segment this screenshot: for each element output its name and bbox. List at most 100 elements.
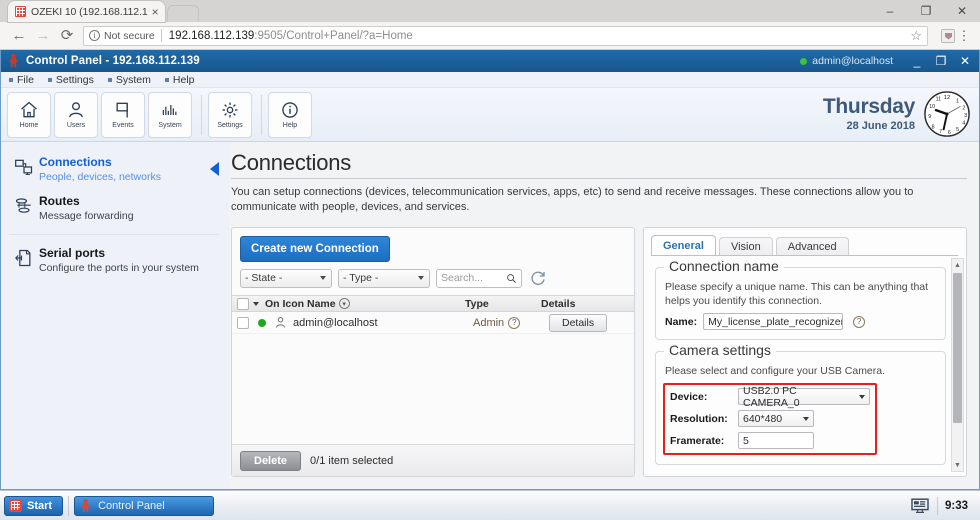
column-header-type[interactable]: Type (465, 298, 541, 310)
info-icon[interactable]: i (89, 30, 100, 41)
tab-general[interactable]: General (651, 235, 716, 256)
sidebar-item-subtitle: Configure the ports in your system (39, 262, 199, 274)
taskbar-window-label: Control Panel (98, 499, 165, 512)
taskbar-window-control-panel[interactable]: Control Panel (74, 495, 215, 516)
table-row[interactable]: admin@localhost Admin ? Details (232, 312, 634, 334)
svg-text:3: 3 (964, 113, 967, 119)
sidebar-item-serial-ports[interactable]: Serial ports Configure the ports in your… (1, 241, 229, 280)
close-window-icon[interactable]: ✕ (944, 0, 980, 22)
collapse-panel-arrow-icon[interactable] (210, 162, 219, 176)
question-icon[interactable]: ? (853, 315, 866, 328)
chevron-down-icon[interactable] (253, 301, 259, 306)
details-button[interactable]: Details (549, 313, 608, 332)
close-icon[interactable]: × (152, 6, 159, 18)
menu-item-settings[interactable]: Settings (47, 74, 94, 86)
chevron-down-icon (320, 276, 326, 280)
browser-tab-bar: OZEKI 10 (192.168.112.1 × – ❐ ✕ (0, 0, 980, 22)
delete-button[interactable]: Delete (240, 450, 302, 471)
address-bar[interactable]: i Not secure 192.168.112.139:9505/Contro… (83, 25, 928, 46)
connection-name-input[interactable]: My_license_plate_recognizer_ (703, 313, 844, 330)
app-maximize-button[interactable]: ❐ (929, 55, 953, 67)
bars-icon (162, 105, 177, 115)
name-field-row: Name: My_license_plate_recognizer_ ? (665, 313, 936, 330)
extension-icon[interactable] (941, 28, 955, 43)
svg-text:7: 7 (939, 129, 942, 135)
ribbon-label: Settings (217, 122, 243, 129)
divider (651, 255, 958, 256)
type-filter-select[interactable]: - Type - (338, 268, 430, 288)
network-icon (9, 155, 39, 184)
sidebar-item-text: Routes Message forwarding (39, 194, 134, 223)
display-icon[interactable] (910, 497, 930, 514)
browser-menu-icon[interactable]: ⋮ (955, 29, 973, 42)
menu-item-system[interactable]: System (107, 74, 151, 86)
tab-vision[interactable]: Vision (718, 237, 773, 256)
sidebar-item-routes[interactable]: Routes Message forwarding (1, 189, 229, 228)
resolution-label: Resolution: (670, 412, 728, 425)
ribbon-button-system[interactable]: System (148, 91, 192, 138)
select-all-checkbox[interactable] (237, 297, 249, 310)
resolution-select[interactable]: 640*480 (738, 410, 814, 427)
svg-text:6: 6 (948, 130, 951, 136)
menu-item-help[interactable]: Help (164, 74, 195, 86)
online-status-dot (800, 57, 808, 65)
framerate-label: Framerate: (670, 434, 725, 447)
forward-icon[interactable]: → (31, 28, 55, 43)
ribbon-button-events[interactable]: Events (101, 91, 145, 138)
scroll-down-icon[interactable]: ▼ (952, 459, 963, 471)
scroll-up-icon[interactable]: ▲ (952, 259, 963, 271)
start-button[interactable]: Start (4, 495, 64, 516)
ribbon-button-users[interactable]: Users (54, 91, 98, 138)
ribbon-button-home[interactable]: Home (7, 91, 51, 138)
person-icon (275, 316, 286, 328)
page-title: Connections (231, 150, 967, 179)
ribbon-button-help[interactable]: Help (268, 91, 312, 138)
row-checkbox[interactable] (237, 316, 249, 329)
app-title-bar: Control Panel - 192.168.112.139 admin@lo… (1, 50, 979, 72)
analog-clock-icon: 12 1 2 3 4 5 6 7 8 9 10 11 (924, 91, 970, 137)
browser-tab[interactable]: OZEKI 10 (192.168.112.1 × (8, 1, 165, 22)
back-icon[interactable]: ← (7, 28, 31, 43)
clock-time[interactable]: 9:33 (945, 500, 968, 512)
new-tab-button[interactable] (166, 5, 199, 22)
divider (201, 94, 202, 135)
date-clock-widget: Thursday 28 June 2018 12 1 2 3 4 5 6 7 8… (823, 90, 971, 138)
column-header-name[interactable]: On Icon Name ▾ (265, 298, 465, 310)
tab-advanced[interactable]: Advanced (775, 237, 849, 256)
menu-item-file[interactable]: File (9, 74, 34, 86)
question-icon[interactable]: ? (508, 316, 521, 329)
svg-text:9: 9 (928, 114, 931, 120)
sidebar-item-text: Connections People, devices, networks (39, 155, 161, 184)
app-close-button[interactable]: ✕ (953, 55, 977, 67)
device-select[interactable]: USB2.0 PC CAMERA_0 (738, 385, 870, 409)
framerate-input[interactable]: 5 (738, 432, 814, 449)
app-minimize-button[interactable]: _ (905, 55, 929, 67)
sidebar-item-connections[interactable]: Connections People, devices, networks (1, 150, 229, 189)
scrollbar-thumb[interactable] (953, 273, 962, 423)
device-value: USB2.0 PC CAMERA_0 (743, 384, 800, 409)
divider (160, 29, 162, 42)
minimize-icon[interactable]: – (872, 0, 908, 22)
maximize-icon[interactable]: ❐ (908, 0, 944, 22)
ribbon-button-settings[interactable]: Settings (208, 91, 252, 138)
refresh-button[interactable] (528, 268, 548, 288)
panels-row: Create new Connection - State - - Type - (231, 227, 967, 477)
divider (261, 94, 262, 135)
start-label: Start (27, 499, 53, 512)
framerate-field-row: Framerate: 5 (670, 432, 870, 449)
flag-icon (116, 102, 128, 118)
create-new-connection-button[interactable]: Create new Connection (240, 236, 390, 262)
column-header-details[interactable]: Details (541, 298, 634, 310)
section-legend: Connection name (664, 258, 784, 274)
create-row: Create new Connection (232, 228, 634, 268)
connections-list-panel: Create new Connection - State - - Type - (231, 227, 635, 477)
url-text: 192.168.112.139:9505/Control+Panel/?a=Ho… (169, 30, 413, 42)
search-input[interactable]: Search... (436, 268, 522, 288)
ribbon-label: Home (19, 122, 39, 129)
detail-scrollbar[interactable]: ▲ ▼ (951, 258, 964, 472)
reload-icon[interactable]: ⟳ (55, 28, 79, 43)
bookmark-star-icon[interactable]: ☆ (910, 28, 922, 44)
sort-chevron-icon[interactable]: ▾ (338, 298, 350, 309)
svg-text:4: 4 (962, 121, 965, 127)
state-filter-select[interactable]: - State - (240, 268, 332, 288)
